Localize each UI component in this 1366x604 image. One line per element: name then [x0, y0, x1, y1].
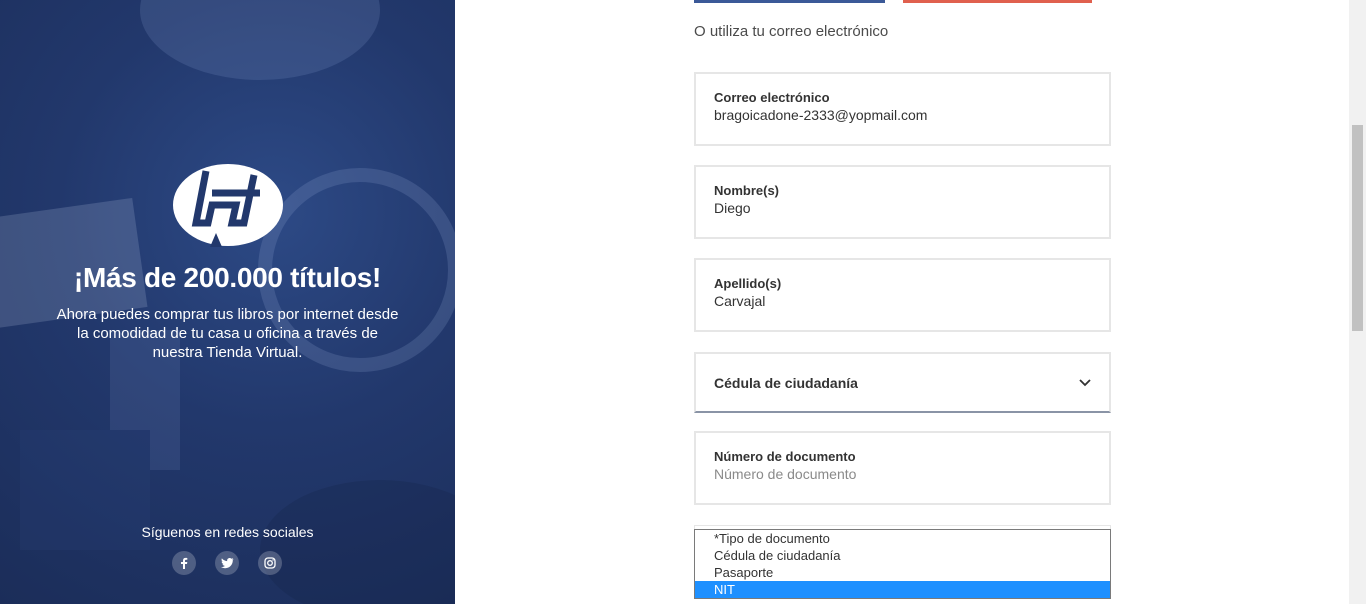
facebook-login-button[interactable] [694, 0, 885, 3]
facebook-icon[interactable] [172, 551, 196, 575]
scrollbar-thumb[interactable] [1352, 125, 1363, 331]
document-number-field-container[interactable]: Número de documento [694, 431, 1111, 505]
social-follow-text: Síguenos en redes sociales [141, 524, 314, 540]
document-type-value: Cédula de ciudadanía [714, 374, 858, 391]
twitter-icon[interactable] [215, 551, 239, 575]
document-type-select[interactable]: Cédula de ciudadanía [694, 352, 1111, 413]
background-photo-overlay [0, 0, 455, 604]
dropdown-option-highlighted[interactable]: NIT [695, 581, 1110, 598]
registration-form: O utiliza tu correo electrónico Correo e… [455, 0, 1349, 604]
last-name-label: Apellido(s) [714, 276, 782, 291]
dropdown-option[interactable]: Pasaporte [695, 564, 1110, 581]
email-label: Correo electrónico [714, 90, 830, 105]
last-name-field-container[interactable]: Apellido(s) [694, 258, 1111, 332]
email-option-text: O utiliza tu correo electrónico [694, 23, 889, 40]
email-field-container[interactable]: Correo electrónico [694, 72, 1111, 146]
first-name-field-container[interactable]: Nombre(s) [694, 165, 1111, 239]
promo-description: Ahora puedes comprar tus libros por inte… [56, 306, 399, 361]
first-name-field[interactable] [714, 200, 1091, 216]
email-field[interactable] [714, 107, 1091, 123]
google-login-button[interactable] [903, 0, 1092, 3]
social-links [172, 551, 282, 575]
first-name-label: Nombre(s) [714, 183, 780, 198]
promo-headline: ¡Más de 200.000 títulos! [73, 262, 382, 293]
instagram-icon[interactable] [258, 551, 282, 575]
promo-panel: ¡Más de 200.000 títulos! Ahora puedes co… [0, 0, 455, 604]
document-number-field[interactable] [714, 466, 1091, 482]
last-name-field[interactable] [714, 293, 1091, 309]
document-number-label: Número de documento [714, 449, 856, 464]
dropdown-option[interactable]: Cédula de ciudadanía [695, 547, 1110, 564]
chevron-down-icon [1079, 378, 1091, 386]
document-type-dropdown-list[interactable]: *Tipo de documento Cédula de ciudadanía … [694, 529, 1111, 599]
dropdown-option[interactable]: *Tipo de documento [695, 530, 1110, 547]
page-scrollbar[interactable] [1349, 0, 1366, 604]
brand-logo [173, 164, 283, 247]
